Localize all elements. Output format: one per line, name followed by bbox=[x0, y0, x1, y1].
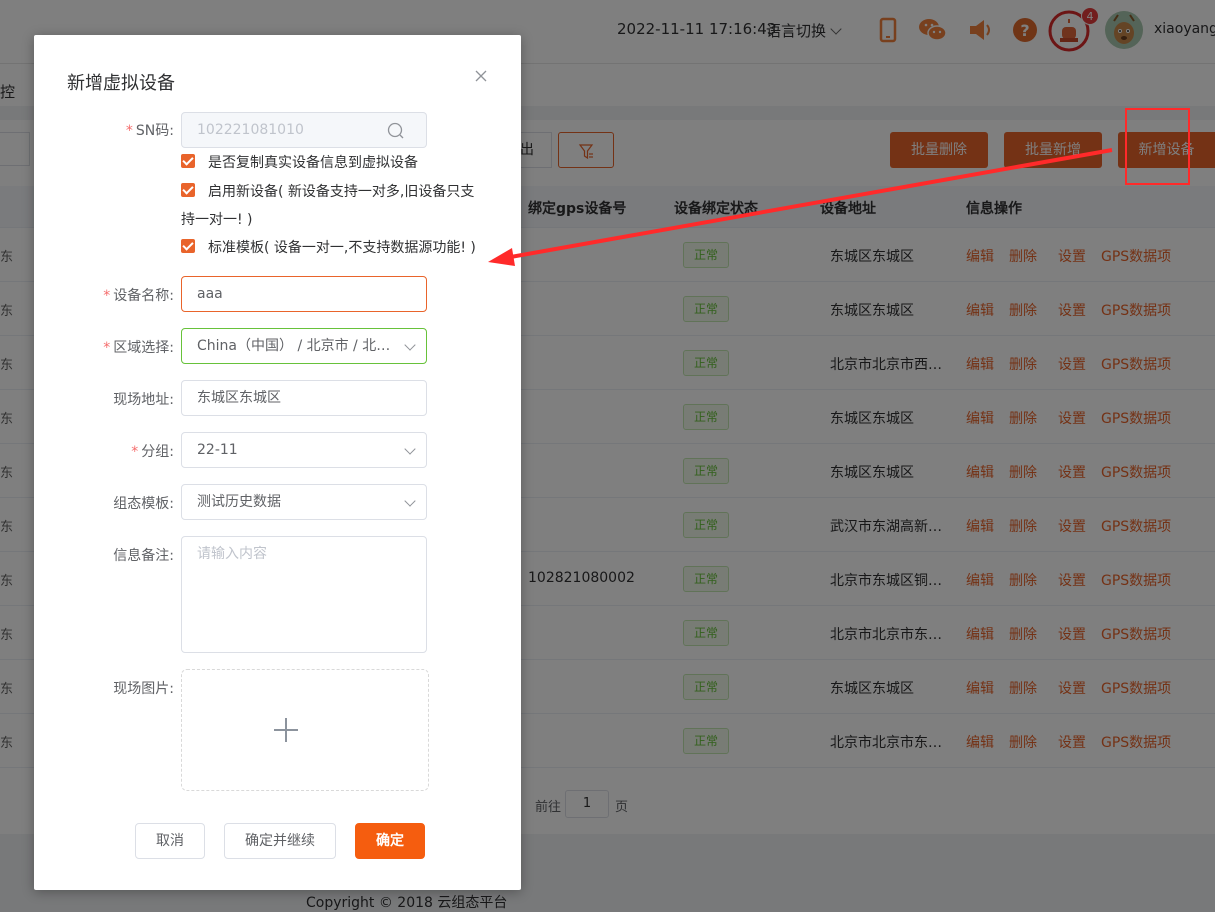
close-icon[interactable] bbox=[473, 68, 489, 84]
group-label: * 分组: bbox=[131, 444, 174, 460]
standard-template-checkbox[interactable] bbox=[181, 239, 195, 253]
search-icon bbox=[387, 122, 404, 139]
confirm-button[interactable]: 确定 bbox=[355, 823, 425, 859]
sn-search-button[interactable] bbox=[366, 112, 427, 148]
chevron-down-icon bbox=[404, 443, 416, 455]
remark-label: 信息备注: bbox=[113, 548, 174, 564]
template-select[interactable]: 测试历史数据 bbox=[181, 484, 427, 520]
region-label-text: 区域选择: bbox=[113, 340, 174, 356]
image-label: 现场图片: bbox=[113, 681, 174, 697]
device-name-label-text: 设备名称: bbox=[113, 288, 174, 304]
sn-input: 102221081010 bbox=[181, 112, 367, 148]
new-device-label-cont: 持一对一! ) bbox=[181, 212, 253, 228]
chevron-down-icon bbox=[404, 339, 416, 351]
copy-info-checkbox[interactable] bbox=[181, 154, 195, 168]
dialog-title: 新增虚拟设备 bbox=[67, 73, 175, 94]
sn-label-text: SN码: bbox=[135, 123, 174, 139]
add-virtual-device-dialog: 新增虚拟设备 * SN码: 102221081010 是否复制真实设备信息到虚拟设… bbox=[34, 35, 521, 890]
cancel-button[interactable]: 取消 bbox=[135, 823, 205, 859]
new-device-checkbox[interactable] bbox=[181, 183, 195, 197]
sn-label: * SN码: bbox=[125, 123, 174, 139]
address-input[interactable]: 东城区东城区 bbox=[181, 380, 427, 416]
device-name-label: * 设备名称: bbox=[103, 288, 174, 304]
device-name-input[interactable]: aaa bbox=[181, 276, 427, 312]
group-select[interactable]: 22-11 bbox=[181, 432, 427, 468]
standard-template-label[interactable]: 标准模板( 设备一对一,不支持数据源功能! ) bbox=[208, 237, 476, 257]
region-value: China（中国） / 北京市 / 北京… bbox=[197, 338, 405, 354]
annotation-highlight-box bbox=[1125, 108, 1190, 185]
region-select[interactable]: China（中国） / 北京市 / 北京… bbox=[181, 328, 427, 364]
region-label: * 区域选择: bbox=[103, 340, 174, 356]
image-upload[interactable] bbox=[181, 669, 429, 791]
copy-info-label[interactable]: 是否复制真实设备信息到虚拟设备 bbox=[208, 152, 418, 172]
confirm-continue-button[interactable]: 确定并继续 bbox=[224, 823, 336, 859]
template-value: 测试历史数据 bbox=[197, 494, 281, 510]
chevron-down-icon bbox=[404, 495, 416, 507]
template-label: 组态模板: bbox=[113, 496, 174, 512]
group-label-text: 分组: bbox=[141, 444, 174, 460]
remark-textarea[interactable]: 请输入内容 bbox=[181, 536, 427, 653]
group-value: 22-11 bbox=[197, 442, 238, 458]
address-label: 现场地址: bbox=[113, 392, 174, 408]
new-device-label[interactable]: 启用新设备( 新设备支持一对多,旧设备只支 bbox=[208, 181, 474, 201]
